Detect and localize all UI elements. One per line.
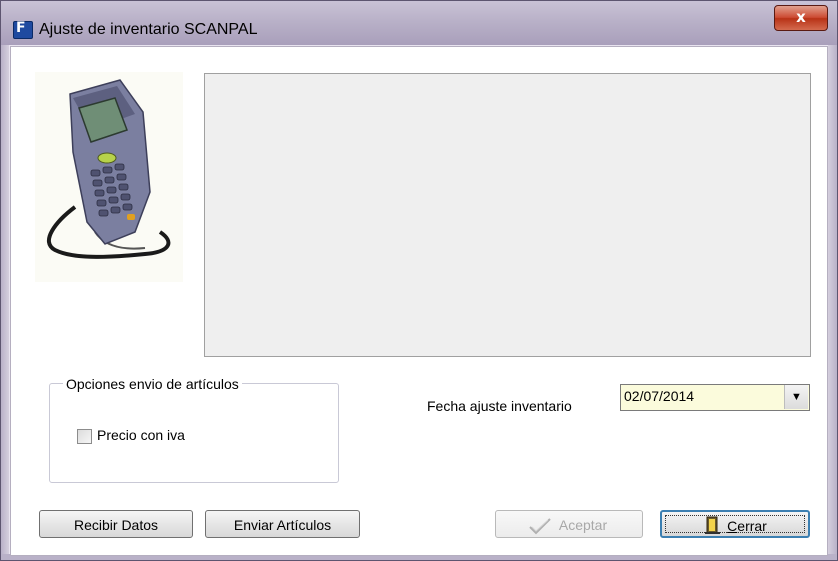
recibir-datos-button[interactable]: Recibir Datos [39, 510, 193, 538]
window-frame-right [828, 45, 837, 560]
scanner-device-image [35, 72, 183, 282]
options-group-legend: Opciones envio de artículos [63, 376, 242, 392]
enviar-articulos-button[interactable]: Enviar Artículos [205, 510, 360, 538]
dialog-window: F Ajuste de inventario SCANPAL x Opcione… [0, 0, 838, 561]
date-field[interactable]: 02/07/2014 [620, 384, 810, 411]
app-icon: F [13, 20, 33, 39]
close-button[interactable]: x [774, 5, 828, 31]
data-display-panel [204, 73, 811, 357]
door-exit-icon [704, 515, 722, 544]
date-value[interactable]: 02/07/2014 [624, 388, 694, 404]
aceptar-button[interactable]: Aceptar [495, 510, 643, 538]
check-icon [528, 516, 552, 544]
date-dropdown-button[interactable]: ▼ [784, 385, 808, 409]
cerrar-button[interactable]: Cerrar [660, 510, 810, 538]
window-title: Ajuste de inventario SCANPAL [39, 21, 258, 38]
window-frame-left [1, 45, 9, 560]
aceptar-label: Aceptar [558, 517, 608, 533]
date-label: Fecha ajuste inventario [427, 398, 572, 414]
title-bar[interactable]: F Ajuste de inventario SCANPAL x [1, 1, 837, 45]
precio-con-iva-label[interactable]: Precio con iva [97, 427, 185, 443]
cerrar-label: Cerrar [727, 518, 767, 534]
options-groupbox [49, 383, 339, 483]
precio-con-iva-checkbox[interactable] [77, 429, 92, 444]
